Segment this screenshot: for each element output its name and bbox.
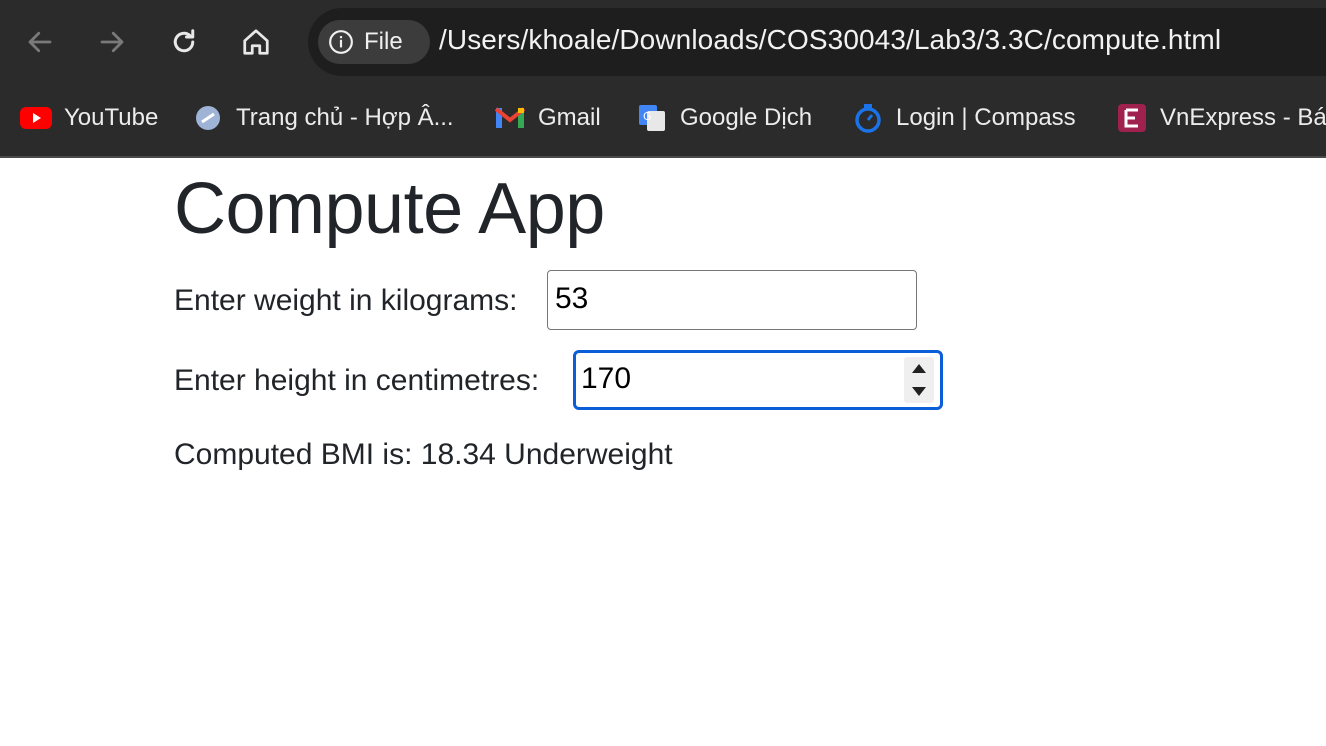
translate-icon: G [636,102,668,134]
spin-down-icon[interactable] [912,387,926,396]
arrow-right-icon [100,31,124,53]
bookmark-label: VnExpress - Bá [1160,104,1326,131]
browser-toolbar: File /Users/khoale/Downloads/COS30043/La… [0,0,1326,84]
address-bar[interactable]: File /Users/khoale/Downloads/COS30043/La… [308,8,1326,76]
vnexpress-icon [1116,102,1148,134]
bmi-result: Computed BMI is: 18.34 Underweight [174,438,673,471]
svg-text:G: G [643,110,652,123]
bookmark-label: Gmail [538,104,601,131]
back-button[interactable] [18,20,62,64]
globe-icon [192,102,224,134]
page-title: Compute App [174,169,605,249]
bookmark-compass[interactable]: Login | Compass [852,98,1076,138]
bookmarks-bar: YouTube Trang chủ - Hợp Â... Gmail G Goo… [0,84,1326,158]
home-button[interactable] [234,20,278,64]
weight-input[interactable]: 53 [547,270,917,330]
youtube-icon [20,102,52,134]
arrow-left-icon [28,31,52,53]
bookmark-label: Google Dịch [680,104,813,131]
bookmark-trang-chu[interactable]: Trang chủ - Hợp Â... [192,98,454,138]
bookmark-label: Login | Compass [896,104,1076,131]
forward-button[interactable] [90,20,134,64]
compass-icon [852,102,884,134]
bookmark-google-dich[interactable]: G Google Dịch [636,98,812,138]
reload-button[interactable] [162,20,206,64]
gmail-icon [494,102,526,134]
site-info-chip[interactable]: File [318,20,430,64]
bookmark-gmail[interactable]: Gmail [494,98,601,138]
weight-label: Enter weight in kilograms: [174,284,518,317]
bookmark-vnexpress[interactable]: VnExpress - Bá [1116,98,1326,138]
bookmark-label: YouTube [64,104,159,131]
home-icon [243,29,269,55]
bookmark-label: Trang chủ - Hợp Â... [236,104,454,131]
page-content: Compute App Enter weight in kilograms: 5… [0,158,1326,746]
height-value: 170 [581,362,632,395]
bookmark-youtube[interactable]: YouTube [20,98,158,138]
url-text[interactable]: /Users/khoale/Downloads/COS30043/Lab3/3.… [439,24,1221,56]
height-input[interactable]: 170 [573,350,943,410]
height-label: Enter height in centimetres: [174,364,540,397]
info-icon [328,29,354,55]
weight-value: 53 [555,282,589,315]
url-scheme-label: File [364,28,403,55]
spin-up-icon[interactable] [912,364,926,373]
number-spinner[interactable] [904,357,934,403]
reload-icon [173,29,195,53]
